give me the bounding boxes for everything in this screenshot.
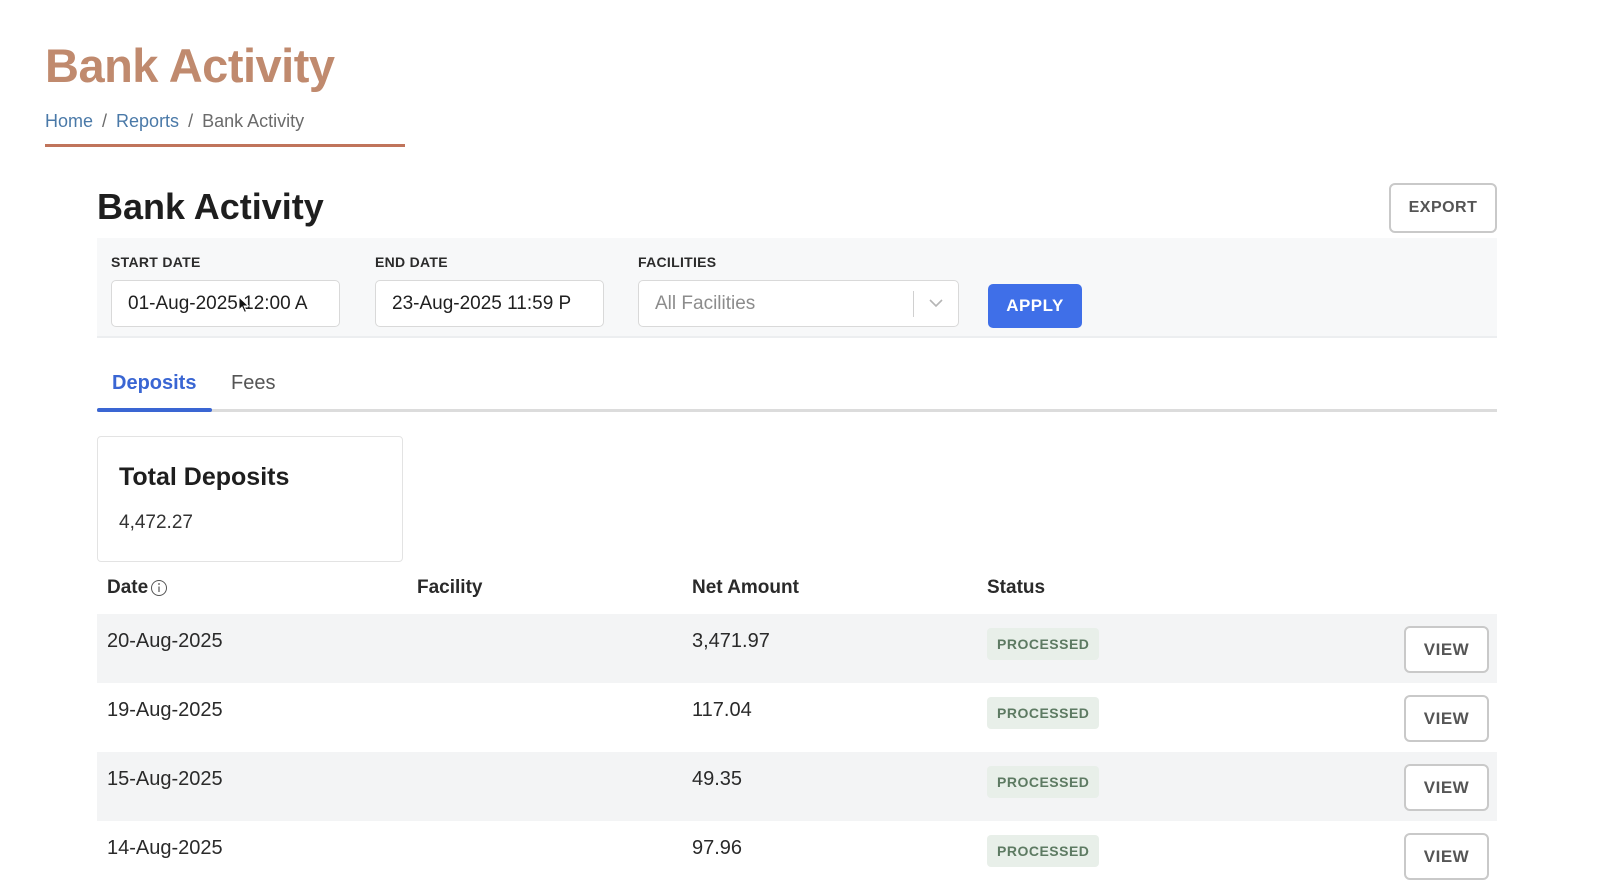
table-row: 15-Aug-2025 49.35 PROCESSED VIEW — [97, 752, 1497, 821]
breadcrumb-reports[interactable]: Reports — [116, 111, 179, 132]
filter-bar: START DATE 01-Aug-2025 12:00 A END DATE … — [97, 238, 1497, 338]
active-tab-indicator — [97, 408, 212, 412]
card-title: Bank Activity — [97, 186, 324, 227]
summary-value: 4,472.27 — [119, 512, 193, 533]
row-net-amount: 3,471.97 — [692, 630, 770, 652]
view-button[interactable]: VIEW — [1404, 833, 1489, 880]
facilities-label: FACILITIES — [638, 254, 717, 270]
column-header-status: Status — [987, 577, 1046, 598]
row-date: 15-Aug-2025 — [107, 768, 223, 790]
tabs-divider — [97, 409, 1497, 412]
row-net-amount: 49.35 — [692, 768, 743, 790]
export-button[interactable]: EXPORT — [1389, 183, 1497, 233]
start-date-group: START DATE 01-Aug-2025 12:00 A — [111, 254, 340, 327]
end-date-group: END DATE 23-Aug-2025 11:59 P — [375, 254, 604, 327]
breadcrumb: Home / Reports / Bank Activity — [45, 111, 335, 132]
facilities-group: FACILITIES All Facilities — [638, 254, 959, 327]
breadcrumb-current: Bank Activity — [202, 111, 305, 131]
chevron-down-icon[interactable] — [914, 281, 958, 326]
row-date: 19-Aug-2025 — [107, 699, 223, 721]
summary-title: Total Deposits — [119, 463, 290, 491]
view-button[interactable]: VIEW — [1404, 626, 1489, 673]
tab-deposits[interactable]: Deposits — [112, 372, 196, 395]
column-header-facility: Facility — [417, 577, 483, 598]
apply-button[interactable]: APPLY — [988, 284, 1082, 328]
table-row: 20-Aug-2025 3,471.97 PROCESSED VIEW — [97, 614, 1497, 683]
mouse-cursor-icon — [238, 295, 250, 319]
end-date-input[interactable]: 23-Aug-2025 11:59 P — [375, 280, 604, 327]
deposits-table: Date Facility Net Amount Status 20-Aug-2… — [97, 572, 1497, 890]
column-header-date-label: Date — [107, 577, 149, 598]
start-date-input[interactable]: 01-Aug-2025 12:00 A — [111, 280, 340, 327]
tabs: Deposits Fees — [97, 358, 1497, 414]
column-header-net-amount: Net Amount — [692, 577, 799, 598]
table-row: 14-Aug-2025 97.96 PROCESSED VIEW — [97, 821, 1497, 890]
facilities-placeholder: All Facilities — [655, 292, 756, 314]
total-deposits-card: Total Deposits 4,472.27 — [97, 436, 403, 562]
table-header: Date Facility Net Amount Status — [97, 572, 1497, 614]
row-date: 20-Aug-2025 — [107, 630, 223, 652]
row-net-amount: 97.96 — [692, 837, 743, 859]
page-title: Bank Activity — [45, 39, 335, 92]
page-header: Bank Activity Home / Reports / Bank Acti… — [45, 38, 335, 132]
breadcrumb-home[interactable]: Home — [45, 111, 93, 132]
status-badge: PROCESSED — [987, 766, 1100, 798]
view-button[interactable]: VIEW — [1404, 764, 1489, 811]
table-row: 19-Aug-2025 117.04 PROCESSED VIEW — [97, 683, 1497, 752]
facilities-select[interactable]: All Facilities — [638, 280, 959, 327]
breadcrumb-separator: / — [102, 111, 108, 131]
row-net-amount: 117.04 — [692, 699, 752, 721]
column-header-date[interactable]: Date — [107, 577, 168, 599]
breadcrumb-separator: / — [188, 111, 194, 131]
status-badge: PROCESSED — [987, 835, 1100, 867]
end-date-label: END DATE — [375, 254, 448, 270]
view-button[interactable]: VIEW — [1404, 695, 1489, 742]
breadcrumb-underline — [45, 144, 405, 147]
status-badge: PROCESSED — [987, 628, 1100, 660]
info-icon[interactable] — [150, 579, 168, 597]
start-date-label: START DATE — [111, 254, 201, 270]
row-date: 14-Aug-2025 — [107, 837, 223, 859]
tab-fees[interactable]: Fees — [231, 372, 275, 395]
status-badge: PROCESSED — [987, 697, 1100, 729]
